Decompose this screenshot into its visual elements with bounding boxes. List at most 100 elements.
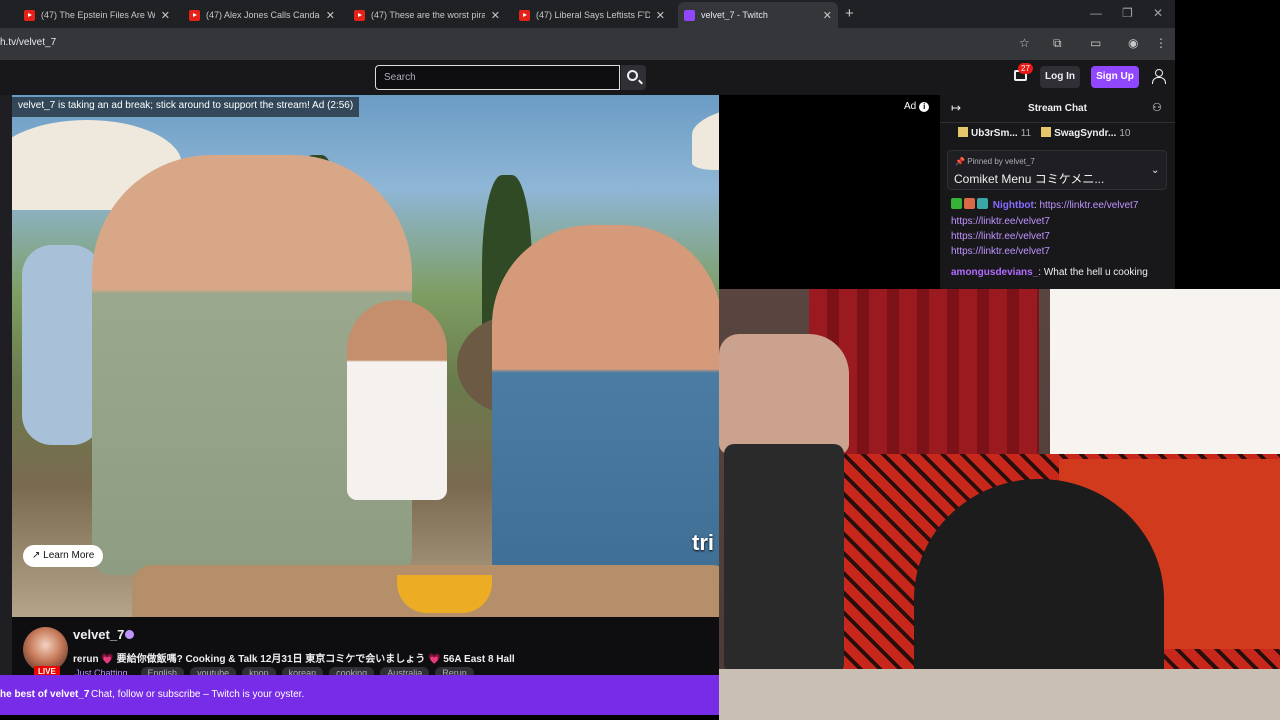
channel-name[interactable]: velvet_7 [73,627,124,642]
youtube-favicon-icon [189,9,200,21]
inbox-count-badge: 27 [1018,63,1033,74]
pinned-by-label: Pinned by [967,157,1003,166]
leaderboard-entry[interactable]: SwagSyndr... 10 [1041,123,1130,145]
ad-label: Ad [904,101,917,112]
torso-image [719,334,849,454]
info-icon[interactable]: i [919,102,930,112]
pinned-message-text: Comiket Menu コミケメニ... [954,172,1105,186]
fox-badge-icon [964,198,975,209]
chat-message: https://linktr.ee/velvet7 [951,229,1171,244]
close-tab-icon[interactable]: ✕ [326,9,335,22]
tab-title: velvet_7 - Twitch [701,10,768,20]
tab-title: (47) These are the worst pirate [371,10,485,20]
search-button[interactable] [621,65,646,90]
close-window-icon[interactable]: ✕ [1153,6,1163,20]
chevron-down-icon[interactable]: ⌄ [1151,165,1159,176]
chat-message: amongusdevians_: What the hell u cooking [951,265,1171,280]
youtube-favicon-icon [354,9,365,21]
leader-name: Ub3rSm... [971,128,1018,139]
ad-break-notice: velvet_7 is taking an ad break; stick ar… [12,97,360,117]
browser-tab[interactable]: (47) The Epstein Files Are Way ✕ [18,2,176,28]
gift-icon [958,127,968,137]
url-text[interactable]: h.tv/velvet_7 [0,37,56,48]
user-badges [951,198,990,214]
verified-badge-icon [951,198,962,209]
verified-icon [125,630,134,639]
youtube-favicon-icon [519,9,530,21]
external-link-icon: ↗ [32,550,44,561]
community-icon[interactable]: ⚇ [1152,101,1162,114]
browser-tab-active[interactable]: velvet_7 - Twitch ✕ [678,2,838,28]
chat-text: What the hell u cooking [1043,267,1148,278]
menu-icon[interactable]: ⋮ [1155,36,1167,50]
browser-chrome: (47) The Epstein Files Are Way ✕ (47) Al… [0,0,1175,60]
chat-message: https://linktr.ee/velvet7 [951,214,1171,229]
tab-title: (47) Alex Jones Calls Candace O [206,10,320,20]
stream-chat: ↦ Stream Chat ⚇ Ub3rSm... 11 SwagSyndr...… [940,95,1175,289]
person-image [719,334,859,674]
umbrella-image [692,100,719,170]
cast-icon[interactable]: ▭ [1090,36,1101,50]
pants-image [724,444,844,674]
extensions-icon[interactable]: ⧉ [1053,36,1062,51]
new-tab-icon[interactable]: + [845,5,854,22]
browser-tab[interactable]: (47) Liberal Says Leftists F'D UP ✕ [513,2,671,28]
close-tab-icon[interactable]: ✕ [161,9,170,22]
chat-link[interactable]: https://linktr.ee/velvet7 [951,216,1050,227]
pin-icon: 📌 [955,157,968,166]
webcam-overlay [719,289,1280,720]
chat-link[interactable]: https://linktr.ee/velvet7 [951,231,1050,242]
chat-link[interactable]: https://linktr.ee/velvet7 [1039,200,1138,211]
chat-username[interactable]: amongusdevians_ [951,267,1038,278]
search-input[interactable]: Search [375,65,620,90]
leader-count: 10 [1119,128,1131,139]
chat-header: ↦ Stream Chat ⚇ [940,95,1175,123]
bot-badge-icon [977,198,988,209]
juice-glass-image [397,575,492,613]
signup-promo-banner[interactable]: he best of velvet_7 Chat, follow or subs… [0,675,719,715]
learn-more-button[interactable]: ↗ Learn More [23,545,104,567]
tab-strip: (47) The Epstein Files Are Way ✕ (47) Al… [0,0,1175,28]
leaderboard-entry[interactable]: Ub3rSm... 11 [958,123,1031,145]
chat-link[interactable]: https://linktr.ee/velvet7 [951,246,1050,257]
ad-video-player[interactable] [12,95,719,617]
stream-info: LIVE velvet_7 rerun 💗 要給你做飯嗎? Cooking & … [12,617,719,679]
signup-button[interactable]: Sign Up [1091,66,1139,88]
screen: (47) The Epstein Files Are Way ✕ (47) Al… [0,0,1280,720]
pinned-by-user: velvet_7 [1005,157,1035,166]
maximize-icon[interactable]: ❐ [1122,6,1133,20]
banner-bold-text: he best of velvet_7 [0,689,90,700]
close-tab-icon[interactable]: ✕ [823,9,832,22]
bookmark-star-icon[interactable]: ☆ [1019,36,1030,50]
empty-area [1175,0,1280,289]
banner-text: Chat, follow or subscribe – Twitch is yo… [91,689,305,700]
ad-overlay-text: tri [692,530,714,555]
chat-messages: Nightbot: https://linktr.ee/velvet7 http… [951,198,1171,280]
address-bar[interactable]: h.tv/velvet_7 ☆ ⧉ ▭ ◉ ⋮ [0,28,1175,60]
chat-username[interactable]: Nightbot [993,200,1034,211]
person-image [22,245,102,445]
tab-title: (47) The Epstein Files Are Way [41,10,155,20]
chat-message: Nightbot: https://linktr.ee/velvet7 [951,198,1171,214]
ad-badge[interactable]: Ad i [900,99,934,115]
leader-count: 11 [1020,128,1032,139]
gift-leaderboard: Ub3rSm... 11 SwagSyndr... 10 [940,123,1175,145]
leader-name: SwagSyndr... [1054,128,1117,139]
minimize-icon[interactable]: — [1090,6,1102,20]
user-icon[interactable] [1152,69,1166,84]
pinned-message[interactable]: 📌 Pinned by velvet_7 Comiket Menu コミケメニ.… [947,150,1167,190]
youtube-favicon-icon [24,9,35,21]
browser-tab[interactable]: (47) These are the worst pirate ✕ [348,2,506,28]
collapsed-sidebar[interactable] [0,95,12,675]
profile-icon[interactable]: ◉ [1128,36,1138,50]
window-image [1050,289,1280,459]
gift-icon [1041,127,1052,137]
login-button[interactable]: Log In [1040,66,1080,88]
browser-tab[interactable]: (47) Alex Jones Calls Candace O ✕ [183,2,341,28]
close-tab-icon[interactable]: ✕ [656,9,665,22]
chat-message: https://linktr.ee/velvet7 [951,244,1171,259]
tab-title: (47) Liberal Says Leftists F'D UP [536,10,650,20]
floor-image [719,669,1280,720]
close-tab-icon[interactable]: ✕ [491,9,500,22]
search-icon [627,70,638,81]
